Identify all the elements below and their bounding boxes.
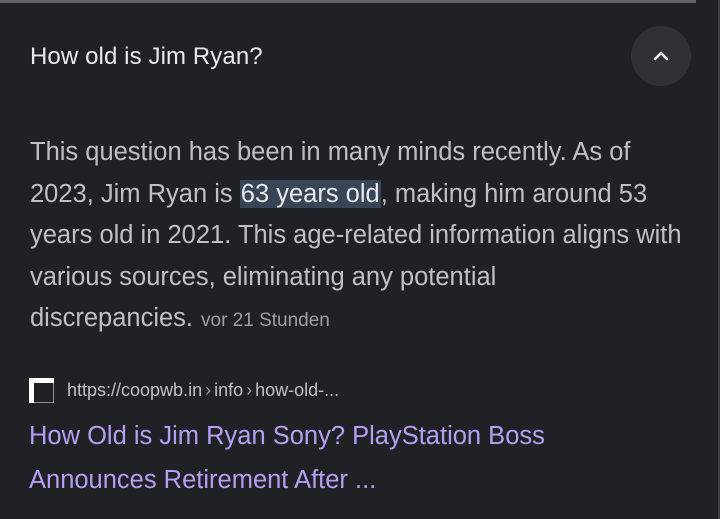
collapse-button[interactable] (631, 26, 691, 86)
answer-timestamp: vor 21 Stunden (201, 310, 330, 331)
faq-question-row[interactable]: How old is Jim Ryan? (0, 3, 718, 111)
answer-highlight: 63 years old (239, 179, 381, 208)
breadcrumb-separator-icon: › (246, 379, 253, 400)
source-path-2: how-old-... (255, 379, 340, 400)
source-domain: https://coopwb.in (67, 379, 203, 400)
source-url: https://coopwb.in › info › how-old-... (67, 380, 339, 401)
question-title: How old is Jim Ryan? (30, 43, 263, 70)
answer-snippet: This question has been in many minds rec… (30, 132, 700, 342)
site-favicon-icon (29, 377, 54, 403)
result-title-link[interactable]: How Old is Jim Ryan Sony? PlayStation Bo… (29, 414, 669, 502)
source-attribution[interactable]: https://coopwb.in › info › how-old-... (28, 375, 339, 405)
breadcrumb-separator-icon: › (205, 379, 212, 400)
chevron-up-icon (653, 51, 669, 61)
source-path-1: info (214, 379, 244, 400)
